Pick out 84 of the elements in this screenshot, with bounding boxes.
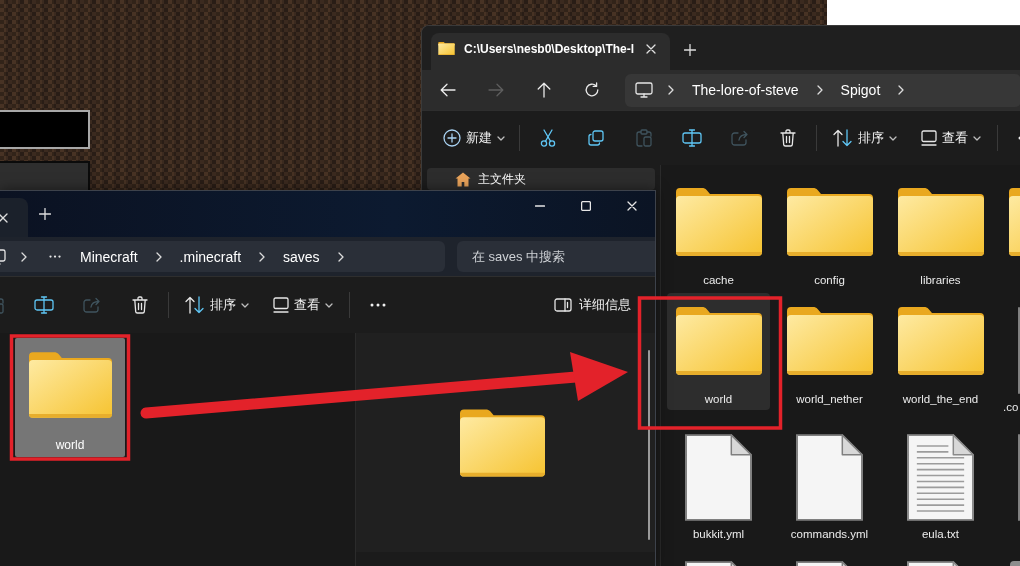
breadcrumb[interactable]: The-lore-of-steve	[689, 78, 802, 102]
chevron-down-icon	[889, 135, 897, 141]
game-text-field[interactable]	[0, 110, 90, 149]
chevron-icon	[21, 251, 27, 262]
panel-icon	[554, 298, 572, 312]
home-icon	[455, 171, 471, 187]
scissors-icon	[540, 129, 556, 147]
folder-item[interactable]: cache	[667, 174, 770, 291]
file-item[interactable]: bukkit.yml	[667, 420, 770, 545]
file-item[interactable]: eula.txt	[889, 420, 992, 545]
text-cursor-icon	[34, 296, 54, 314]
trash-icon	[132, 296, 148, 314]
file-icon	[796, 434, 863, 521]
chevron-down-icon	[973, 135, 981, 141]
folder-item[interactable]: world	[667, 293, 770, 410]
plus-icon[interactable]	[39, 208, 51, 220]
scrollbar[interactable]	[648, 350, 650, 540]
folder-item[interactable]: world_nether	[778, 293, 881, 410]
refresh-icon	[584, 82, 600, 98]
view-button[interactable]: 查看	[913, 122, 989, 154]
new-button[interactable]: 新建	[433, 122, 511, 154]
close-icon	[627, 201, 637, 211]
folder-icon	[786, 188, 873, 256]
file-icon	[685, 434, 752, 521]
breadcrumb[interactable]: saves	[280, 244, 323, 269]
address-bar[interactable]: Minecraft .minecraft saves	[0, 241, 445, 272]
folder-icon	[897, 307, 984, 375]
monitor-icon	[635, 82, 653, 98]
sort-button[interactable]: 排序	[825, 122, 905, 154]
text-file-icon	[907, 434, 974, 521]
breadcrumb[interactable]: Minecraft	[77, 244, 141, 269]
sidebar-item[interactable]: 主文件夹	[427, 168, 655, 190]
breadcrumb[interactable]: Spigot	[837, 78, 884, 102]
breadcrumb[interactable]: .minecraft	[176, 244, 245, 269]
close-icon[interactable]	[0, 212, 8, 223]
copy-icon	[588, 130, 604, 146]
view-button[interactable]: 查看	[265, 289, 341, 321]
text-cursor-icon	[682, 129, 702, 147]
chevron-down-icon	[497, 135, 505, 141]
plus-icon[interactable]	[684, 43, 696, 56]
chevron-icon	[155, 251, 162, 262]
chevron-down-icon	[241, 302, 249, 308]
close-icon[interactable]	[646, 43, 656, 54]
chevron-down-icon	[325, 302, 333, 308]
trash-icon	[780, 129, 796, 147]
folder-icon	[28, 352, 112, 418]
folder-icon	[459, 408, 545, 477]
folder-item[interactable]: world	[15, 338, 125, 457]
file-item[interactable]: commands.yml	[778, 420, 881, 545]
folder-icon	[438, 42, 455, 55]
folder-item[interactable]: config	[778, 174, 881, 291]
share-icon	[83, 297, 101, 313]
chevron-icon	[668, 85, 674, 95]
sort-button[interactable]: 排序	[177, 289, 257, 321]
folder-icon	[897, 188, 984, 256]
tab[interactable]: C:\Users\nesb0\Desktop\The-l	[431, 33, 670, 70]
folder-icon	[675, 188, 762, 256]
chevron-icon	[259, 251, 266, 262]
tab[interactable]	[0, 198, 28, 237]
clipboard-icon	[636, 129, 652, 147]
chevron-icon	[898, 85, 905, 95]
layout-icon	[273, 297, 289, 313]
sort-icon	[185, 296, 205, 314]
folder-item[interactable]: world_the_end	[889, 293, 992, 410]
layout-icon	[921, 130, 937, 146]
more-icon	[49, 255, 61, 258]
plus-circle-icon	[443, 129, 461, 147]
up-arrow-icon	[537, 82, 551, 98]
chevron-icon	[816, 85, 823, 95]
forward-icon	[488, 83, 504, 97]
back-icon	[440, 83, 456, 97]
share-icon	[731, 130, 749, 146]
folder-icon	[786, 307, 873, 375]
folder-icon	[675, 307, 762, 375]
chevron-icon	[337, 251, 344, 262]
more-icon	[370, 303, 386, 307]
sort-icon	[833, 129, 853, 147]
maximize-icon	[581, 201, 591, 211]
file-item[interactable]: .co	[1000, 293, 1020, 418]
details-button[interactable]: 详细信息	[546, 289, 639, 321]
folder-item[interactable]: libraries	[889, 174, 992, 291]
address-bar[interactable]: The-lore-of-steve Spigot	[625, 73, 1020, 107]
search-field[interactable]: 在 saves 中搜索	[457, 241, 655, 272]
minimize-icon	[535, 205, 545, 207]
